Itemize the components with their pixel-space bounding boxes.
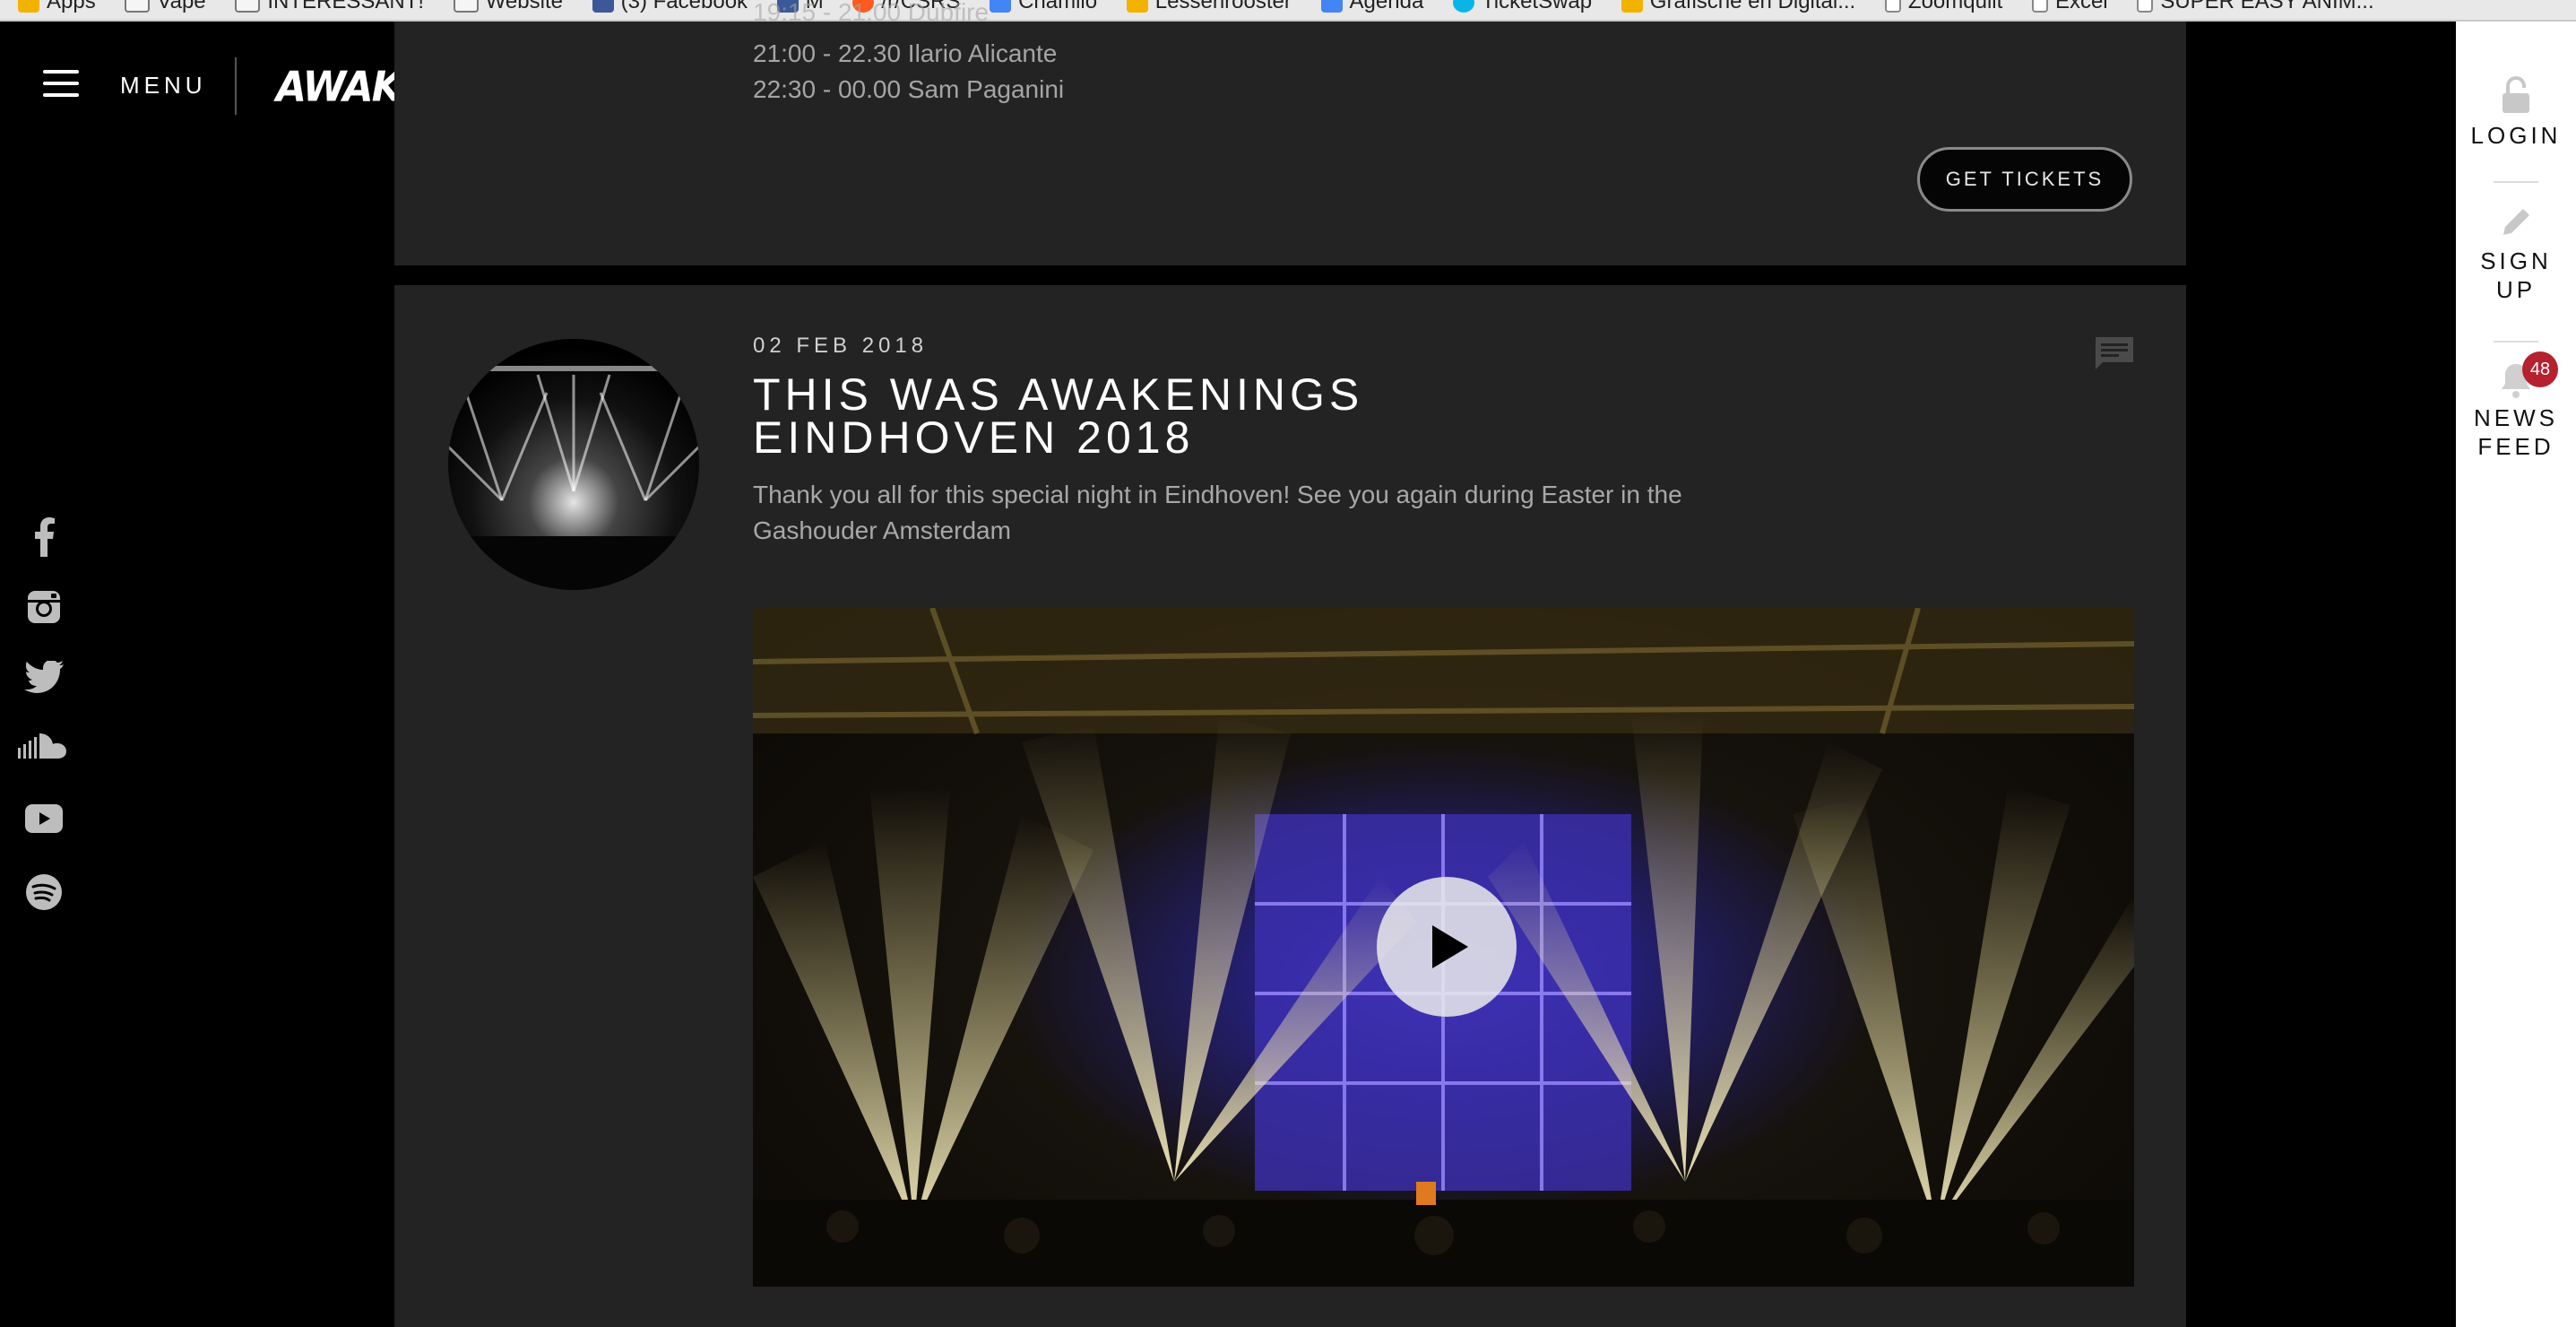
calendar-icon — [1320, 0, 1343, 13]
play-button[interactable] — [1377, 877, 1517, 1017]
news-feed-link[interactable]: 48 NEWS FEED — [2456, 351, 2576, 461]
facebook-icon — [592, 0, 614, 13]
schedule-line: 22:30 - 00.00 Sam Paganini — [753, 75, 1065, 103]
bookmark-lessenrooster[interactable]: Lessenrooster — [1126, 0, 1292, 14]
signup-link[interactable]: SIGN UP — [2456, 204, 2576, 304]
spotify-icon[interactable] — [16, 864, 72, 920]
signup-label: SIGN — [2480, 247, 2552, 274]
ticketswap-icon — [1452, 0, 1474, 13]
hamburger-menu-icon[interactable] — [43, 68, 79, 99]
login-label: LOGIN — [2470, 122, 2562, 149]
lock-icon — [2503, 76, 2529, 113]
signup-label: UP — [2495, 276, 2537, 303]
post-thumbnail[interactable] — [448, 339, 699, 590]
login-link[interactable]: LOGIN — [2456, 75, 2576, 150]
facebook-icon[interactable] — [16, 509, 72, 565]
post-date: 02 FEB 2018 — [753, 334, 929, 358]
post-title[interactable]: THIS WAS AWAKENINGS EINDHOVEN 2018 — [753, 372, 1560, 460]
pencil-icon — [2503, 209, 2529, 235]
bookmark-interessant[interactable]: INTERESSANT! — [235, 0, 424, 14]
bookmark-vape[interactable]: Vape — [125, 0, 206, 14]
get-tickets-button[interactable]: GET TICKETS — [1917, 147, 2132, 212]
bookmark-excel[interactable]: Excel — [2031, 0, 2108, 14]
bookmark-icon — [1126, 0, 1148, 13]
instagram-icon[interactable] — [16, 579, 72, 635]
comment-icon[interactable] — [2094, 335, 2135, 371]
bookmark-super-easy[interactable]: SUPER EASY ANIM... — [2137, 0, 2374, 14]
folder-icon — [453, 0, 479, 13]
right-sidebar: LOGIN SIGN UP 48 NEWS FEED — [2456, 22, 2576, 1327]
page-icon — [1884, 0, 1901, 13]
notification-badge: 48 — [2522, 351, 2558, 387]
folder-icon — [125, 0, 151, 13]
news-post-card: 02 FEB 2018 THIS WAS AWAKENINGS EINDHOVE… — [394, 285, 2186, 1327]
bookmark-website[interactable]: Website — [453, 0, 563, 14]
bookmark-agenda[interactable]: Agenda — [1320, 0, 1423, 14]
play-icon — [1432, 925, 1468, 968]
news-feed-label: FEED — [2477, 433, 2554, 460]
bookmark-facebook[interactable]: (3) Facebook — [592, 0, 748, 14]
post-title-line: EINDHOVEN 2018 — [753, 412, 1195, 463]
sidebar-separator — [2494, 341, 2538, 343]
news-feed-label: NEWS — [2474, 404, 2558, 431]
post-description: Thank you all for this special night in … — [753, 481, 1682, 544]
left-sidebar: MENU AWAKENINGS — [0, 22, 560, 1327]
menu-label[interactable]: MENU — [120, 72, 207, 100]
bookmark-icon — [1621, 0, 1643, 13]
chamilo-icon — [990, 0, 1012, 13]
video-player[interactable] — [753, 608, 2134, 1287]
bookmark-apps[interactable]: Apps — [18, 0, 96, 14]
sidebar-separator — [2494, 181, 2538, 183]
schedule-line: 21:00 - 22.30 Ilario Alicante — [753, 39, 1058, 67]
bookmark-grafische[interactable]: Grafische en Digital... — [1621, 0, 1855, 14]
folder-icon — [235, 0, 261, 13]
page-icon — [2031, 0, 2048, 13]
bookmark-ticketswap[interactable]: TicketSwap — [1452, 0, 1592, 14]
header-divider — [235, 57, 237, 115]
previous-event-card: 19:15 - 21.00 Dubfire 21:00 - 22.30 Ilar… — [394, 0, 2186, 265]
apps-icon — [18, 0, 39, 13]
page-icon — [2137, 0, 2154, 13]
youtube-icon[interactable] — [16, 791, 72, 846]
bookmark-zoomquilt[interactable]: Zoomquilt — [1884, 0, 2002, 14]
bookmarks-bar: Apps Vape INTERESSANT! Website (3) Faceb… — [0, 0, 2576, 22]
bookmark-chamilo[interactable]: Chamilo — [990, 0, 1097, 14]
twitter-icon[interactable] — [16, 649, 72, 705]
soundcloud-icon[interactable] — [16, 717, 72, 773]
schedule-line: 19:15 - 21.00 Dubfire — [753, 0, 990, 26]
